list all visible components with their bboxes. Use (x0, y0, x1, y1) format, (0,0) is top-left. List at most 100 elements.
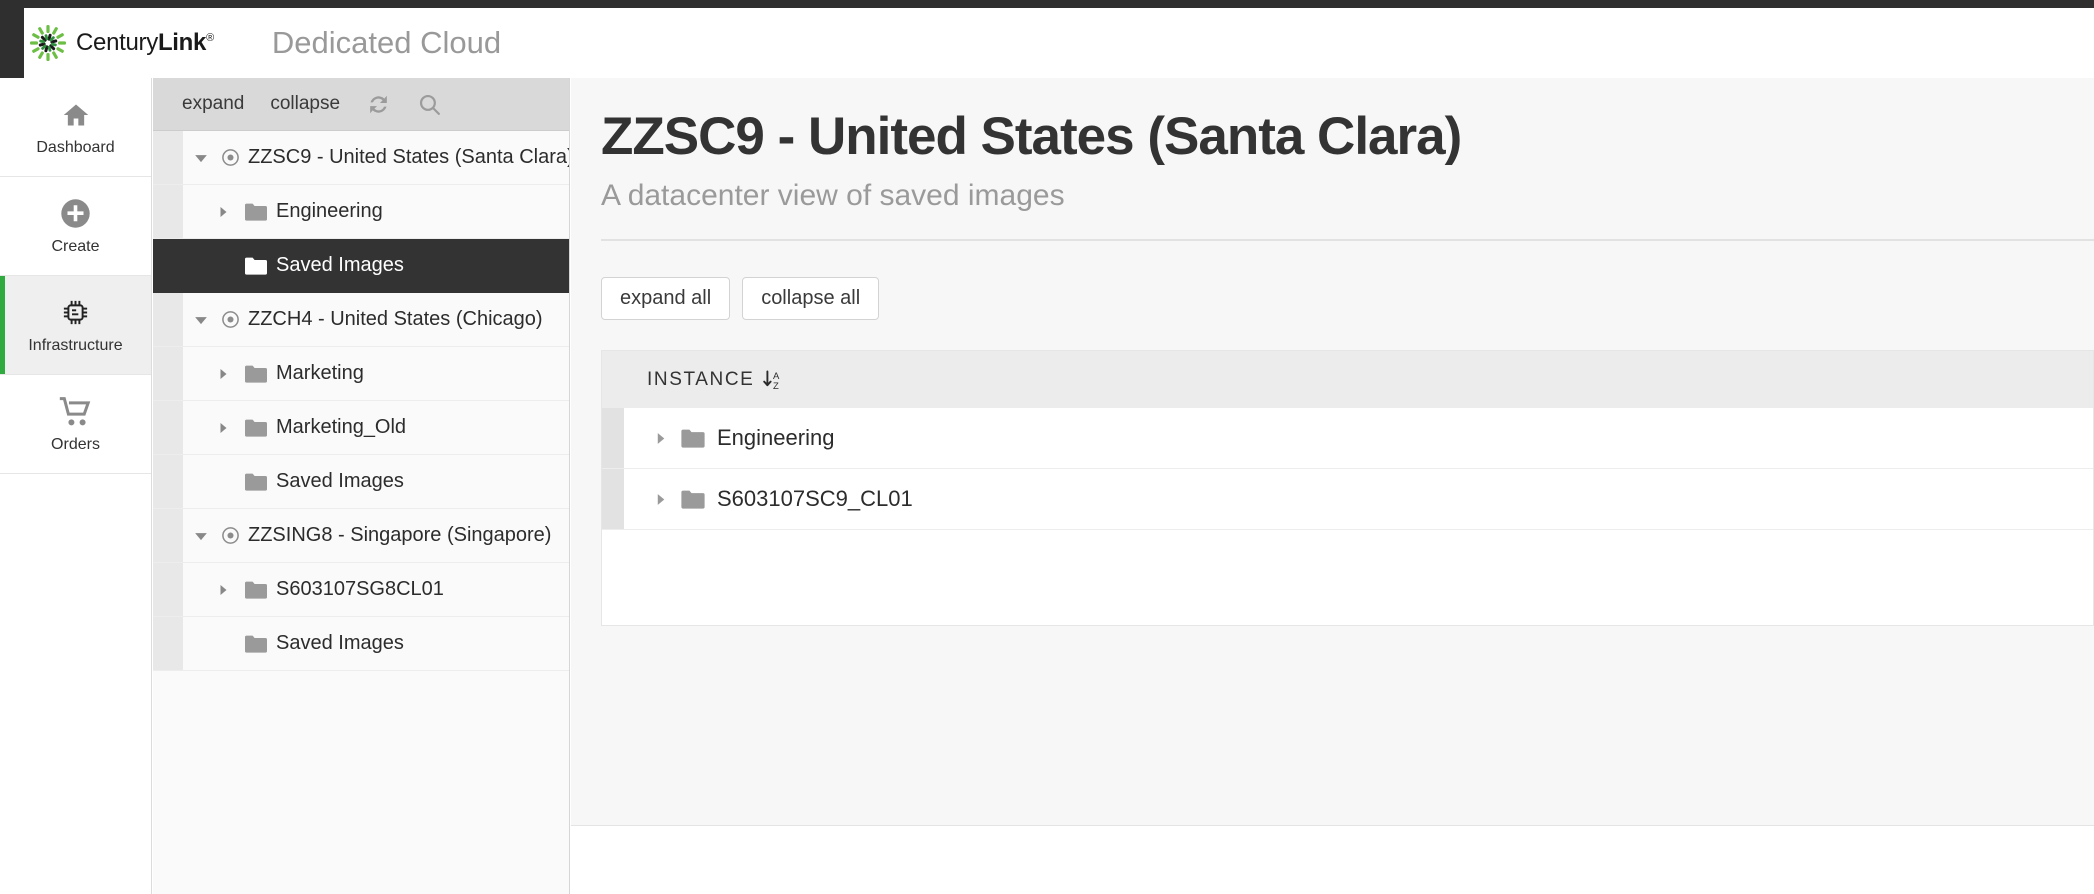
tree-list: ZZSC9 - United States (Santa Clara) Engi… (153, 131, 569, 671)
folder-icon (245, 257, 267, 275)
table-cell-instance: S603107SC9_CL01 (717, 486, 913, 511)
table-controls: expand all collapse all (601, 277, 2094, 320)
tree-row-label: ZZSC9 - United States (Santa Clara) (248, 146, 569, 168)
search-icon[interactable] (417, 92, 442, 117)
folder-icon (681, 490, 705, 509)
sidebar-item-infrastructure[interactable]: Infrastructure (0, 276, 151, 375)
table-row-gutter (602, 408, 624, 468)
tree-row-label: Marketing_Old (276, 416, 407, 438)
table-row-gutter (602, 469, 624, 529)
refresh-icon[interactable] (366, 92, 391, 117)
tree-row[interactable]: Saved Images (153, 617, 569, 671)
chevron-right-icon[interactable] (213, 584, 233, 596)
shopping-cart-icon (59, 395, 92, 429)
chevron-right-icon[interactable] (213, 206, 233, 218)
datacenter-tree-panel: expand collapse ZZSC9 - United States (S… (153, 78, 570, 894)
folder-icon (245, 581, 267, 599)
datacenter-icon (221, 526, 240, 545)
brand-wordmark: CenturyLink® (76, 29, 214, 57)
tree-expand-link[interactable]: expand (182, 93, 244, 115)
brand-registered-mark: ® (206, 32, 214, 44)
sidebar-item-label: Dashboard (36, 138, 115, 156)
tree-row[interactable]: S603107SG8CL01 (153, 563, 569, 617)
window-chrome-left-edge (0, 0, 24, 80)
tree-row-gutter (153, 185, 183, 238)
sidebar-item-orders[interactable]: Orders (0, 375, 151, 474)
plus-circle-icon (60, 197, 91, 231)
window-chrome-strip (0, 0, 2094, 8)
title-divider (601, 239, 2094, 241)
tree-row-gutter (153, 401, 183, 454)
datacenter-icon (221, 148, 240, 167)
table-row[interactable]: Engineering (602, 408, 2093, 469)
table-footer-space (601, 530, 2094, 626)
sidebar-item-label: Orders (51, 435, 100, 453)
column-header-instance[interactable]: INSTANCE A Z (647, 368, 784, 392)
tree-row-label: Saved Images (276, 254, 404, 276)
chevron-down-icon[interactable] (191, 529, 211, 543)
tree-row[interactable]: Marketing (153, 347, 569, 401)
table-header-row: INSTANCE A Z CR (602, 351, 2093, 408)
chevron-right-icon[interactable] (213, 368, 233, 380)
tree-row-gutter (153, 131, 183, 184)
folder-icon (245, 203, 267, 221)
chevron-right-icon[interactable] (654, 432, 667, 445)
primary-sidebar: Dashboard Create Infrastructure Orders (0, 78, 152, 894)
svg-text:Z: Z (773, 381, 780, 392)
tree-row-label: S603107SG8CL01 (276, 578, 444, 600)
tree-row-selected[interactable]: Saved Images (153, 239, 569, 293)
sidebar-item-create[interactable]: Create (0, 177, 151, 276)
app-root: CenturyLink® Dedicated Cloud Dashboard C… (0, 0, 2094, 894)
tree-row[interactable]: ZZSC9 - United States (Santa Clara) (153, 131, 569, 185)
folder-icon (245, 473, 267, 491)
tree-toolbar: expand collapse (153, 78, 569, 131)
app-header: CenturyLink® Dedicated Cloud (24, 8, 2094, 78)
folder-icon (245, 635, 267, 653)
sidebar-item-dashboard[interactable]: Dashboard (0, 78, 151, 177)
tree-row-label: ZZCH4 - United States (Chicago) (248, 308, 543, 330)
cpu-chip-icon (60, 296, 91, 330)
tree-row-gutter (153, 455, 183, 508)
centurylink-starburst-logo-icon (29, 24, 67, 62)
table-row[interactable]: S603107SC9_CL01 (602, 469, 2093, 530)
tree-row-gutter (153, 293, 183, 346)
sort-ascending-az-icon[interactable]: A Z (762, 368, 784, 392)
tree-row[interactable]: Marketing_Old (153, 401, 569, 455)
tree-row[interactable]: Saved Images (153, 455, 569, 509)
folder-icon (245, 419, 267, 437)
chevron-down-icon[interactable] (191, 313, 211, 327)
brand-wordmark-bold: Link (157, 29, 207, 56)
tree-row-gutter (153, 239, 183, 292)
sidebar-item-label: Infrastructure (28, 336, 123, 354)
table-cell-instance: Engineering (717, 425, 835, 450)
main-bottom-edge (571, 825, 2094, 894)
tree-row-gutter (153, 617, 183, 670)
home-icon (61, 98, 91, 132)
tree-row-label: Engineering (276, 200, 383, 222)
tree-row[interactable]: Engineering (153, 185, 569, 239)
column-header-instance-label: INSTANCE (647, 368, 755, 390)
tree-row[interactable]: ZZSING8 - Singapore (Singapore) (153, 509, 569, 563)
chevron-right-icon[interactable] (213, 422, 233, 434)
instances-table: INSTANCE A Z CR (601, 350, 2094, 530)
chevron-down-icon[interactable] (191, 151, 211, 165)
sidebar-item-label: Create (51, 237, 100, 255)
page-title: ZZSC9 - United States (Santa Clara) (601, 107, 1462, 166)
tree-collapse-link[interactable]: collapse (270, 93, 340, 115)
brand-logo[interactable]: CenturyLink® (29, 24, 214, 62)
chevron-right-icon[interactable] (654, 493, 667, 506)
tree-row-gutter (153, 347, 183, 400)
page-subtitle: A datacenter view of saved images (601, 179, 1065, 212)
folder-icon (681, 429, 705, 448)
tree-row-gutter (153, 563, 183, 616)
tree-row-label: ZZSING8 - Singapore (Singapore) (248, 524, 552, 546)
folder-icon (245, 365, 267, 383)
tree-row-gutter (153, 509, 183, 562)
tree-row[interactable]: ZZCH4 - United States (Chicago) (153, 293, 569, 347)
page-app-title: Dedicated Cloud (271, 25, 502, 60)
brand-wordmark-light: Century (76, 29, 158, 56)
tree-row-label: Saved Images (276, 632, 404, 654)
collapse-all-button[interactable]: collapse all (742, 277, 880, 320)
tree-row-label: Saved Images (276, 470, 404, 492)
expand-all-button[interactable]: expand all (601, 277, 731, 320)
